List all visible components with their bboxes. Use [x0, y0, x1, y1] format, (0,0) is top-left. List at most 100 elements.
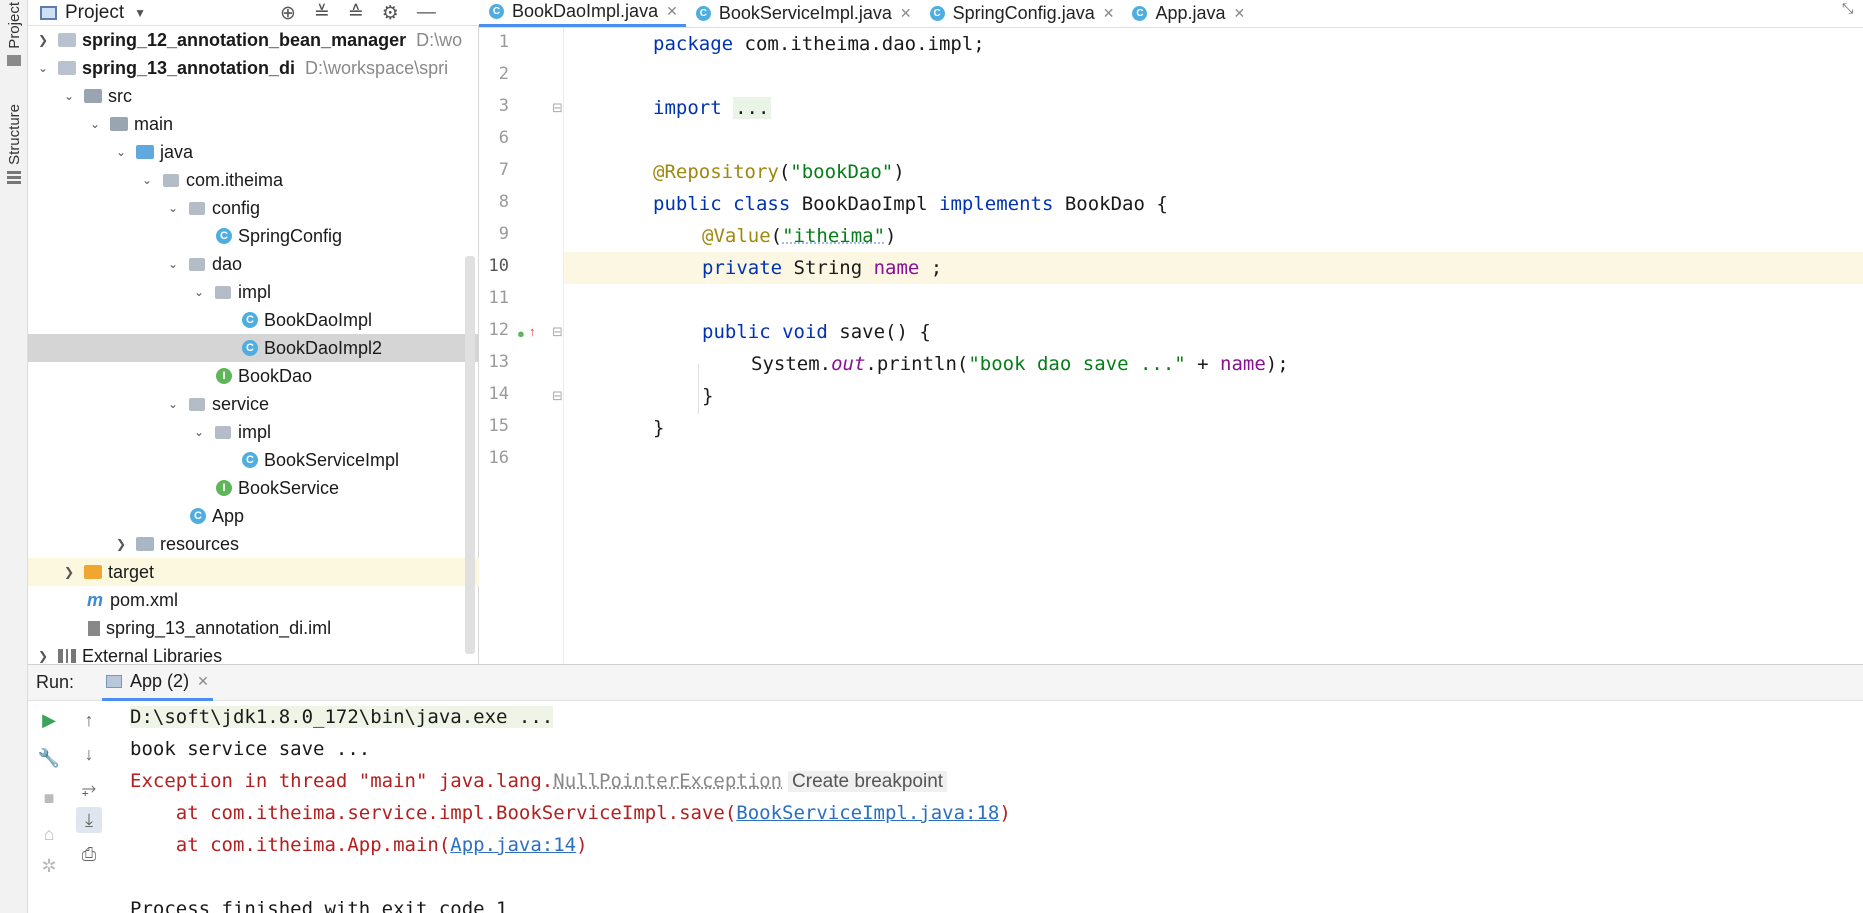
chevron-right-icon[interactable]: ❯ [36, 33, 50, 47]
maven-icon: m [86, 589, 103, 610]
stop-icon[interactable]: ■ [36, 785, 62, 811]
tree-item-spring13[interactable]: ⌄ spring_13_annotation_di D:\workspace\s… [28, 54, 479, 82]
tree-item-src[interactable]: ⌄ src [28, 82, 479, 110]
tree-item-external-libraries[interactable]: ❯ External Libraries [28, 642, 479, 665]
tree-item-bookdao[interactable]: I BookDao [28, 362, 479, 390]
tree-item-app[interactable]: C App [28, 502, 479, 530]
tree-item-bookdaoimpl[interactable]: C BookDaoImpl [28, 306, 479, 334]
chevron-down-icon[interactable]: ⌄ [166, 397, 180, 411]
chevron-right-icon[interactable]: ❯ [62, 565, 76, 579]
source-link[interactable]: BookServiceImpl.java:18 [736, 802, 999, 824]
project-tool-window: Project ▼ ⊕ ≚ ≙ ⚙ — ❯ spring_12_annotati… [28, 0, 479, 664]
soft-wrap-icon[interactable]: ⥅ [76, 775, 102, 801]
run-tab-app[interactable]: App (2) ✕ [102, 665, 213, 701]
code-area[interactable]: package com.itheima.dao.impl; import ...… [564, 28, 1863, 664]
chevron-right-icon[interactable]: ❯ [36, 649, 50, 663]
tree-item-bookdaoimpl2[interactable]: C BookDaoImpl2 [28, 334, 479, 362]
chevron-down-icon[interactable]: ⌄ [166, 201, 180, 215]
locate-icon[interactable]: ⊕ [280, 2, 296, 25]
fold-icon[interactable]: ⊟ [552, 324, 563, 340]
tab-overflow-icon[interactable]: ⤡ [1842, 0, 1853, 17]
chevron-down-icon[interactable]: ⌄ [192, 425, 206, 439]
chevron-down-icon[interactable]: ⌄ [62, 89, 76, 103]
tree-item-com-itheima[interactable]: ⌄ com.itheima [28, 166, 479, 194]
project-tree: ❯ spring_12_annotation_bean_manager D:\w… [28, 26, 479, 664]
tree-item-dao-impl[interactable]: ⌄ impl [28, 278, 479, 306]
chevron-down-icon[interactable]: ⌄ [166, 257, 180, 271]
structure-tool-tab[interactable]: Structure [2, 104, 26, 185]
code-text: String [782, 257, 874, 279]
expand-all-icon[interactable]: ≚ [314, 2, 330, 25]
line-number: 11 [488, 288, 509, 308]
console-line-exception: Exception in thread "main" java.lang.Nul… [130, 765, 948, 797]
create-breakpoint-link[interactable]: Create breakpoint [788, 771, 948, 792]
editor-tabs: C BookDaoImpl.java ✕ C BookServiceImpl.j… [479, 0, 1863, 28]
project-toolbar: ⊕ ≚ ≙ ⚙ — [280, 0, 436, 26]
navigate-up-arrow-icon[interactable]: ↑ [529, 324, 536, 339]
chevron-down-icon[interactable]: ⌄ [88, 117, 102, 131]
minimize-icon[interactable]: — [417, 2, 436, 24]
annotation: @Value [702, 225, 771, 247]
tree-label: dao [212, 253, 243, 274]
scroll-to-end-icon[interactable]: ⤓ [76, 807, 102, 833]
tree-item-bookservice[interactable]: I BookService [28, 474, 479, 502]
console-line-trace-2: at com.itheima.App.main(App.java:14) [130, 829, 588, 861]
tab-bookserviceimpl[interactable]: C BookServiceImpl.java ✕ [686, 0, 920, 27]
project-view-selector[interactable]: Project ▼ [40, 2, 146, 24]
tree-label: java [160, 141, 194, 162]
tree-item-resources[interactable]: ❯ resources [28, 530, 479, 558]
close-icon[interactable]: ✕ [1234, 5, 1246, 22]
close-icon[interactable]: ✕ [900, 5, 912, 22]
tree-item-config[interactable]: ⌄ config [28, 194, 479, 222]
tree-item-iml[interactable]: spring_13_annotation_di.iml [28, 614, 479, 642]
tree-item-service[interactable]: ⌄ service [28, 390, 479, 418]
chevron-down-icon[interactable]: ⌄ [36, 61, 50, 75]
package-icon [214, 424, 232, 440]
camera-icon[interactable]: ⌂ [36, 821, 62, 847]
tree-label: config [212, 197, 261, 218]
run-label: Run: [36, 672, 75, 692]
implements-method-icon[interactable]: ● [517, 326, 525, 341]
fold-icon[interactable]: ⊟ [552, 388, 563, 404]
package-icon [188, 396, 206, 412]
tab-label: SpringConfig.java [952, 2, 1095, 23]
collapse-all-icon[interactable]: ≙ [348, 2, 364, 25]
settings-icon[interactable]: ✲ [36, 853, 62, 879]
tree-item-pom[interactable]: m pom.xml [28, 586, 479, 614]
tree-item-bookserviceimpl[interactable]: C BookServiceImpl [28, 446, 479, 474]
code-line-13: System.out.println("book dao save ..." +… [564, 348, 1863, 380]
tab-app[interactable]: C App.java ✕ [1122, 0, 1253, 27]
down-arrow-icon[interactable]: ↓ [76, 741, 102, 767]
source-link[interactable]: App.java:14 [450, 834, 576, 856]
exception-class-link[interactable]: NullPointerException [553, 770, 782, 792]
command-line[interactable]: D:\soft\jdk1.8.0_172\bin\java.exe ... [130, 706, 554, 728]
chevron-right-icon[interactable]: ❯ [114, 537, 128, 551]
tab-springconfig[interactable]: C SpringConfig.java ✕ [920, 0, 1123, 27]
tree-item-service-impl[interactable]: ⌄ impl [28, 418, 479, 446]
close-icon[interactable]: ✕ [1103, 5, 1115, 22]
tree-item-java[interactable]: ⌄ java [28, 138, 479, 166]
chevron-down-icon[interactable]: ⌄ [192, 285, 206, 299]
wrench-icon[interactable]: 🔧 [36, 745, 62, 771]
tree-scrollbar[interactable] [465, 256, 475, 654]
tree-item-target[interactable]: ❯ target [28, 558, 479, 586]
fold-icon[interactable]: ⊟ [552, 100, 563, 116]
close-icon[interactable]: ✕ [197, 673, 209, 690]
tree-item-dao[interactable]: ⌄ dao [28, 250, 479, 278]
gear-icon[interactable]: ⚙ [382, 2, 399, 25]
tree-path: D:\workspace\spri [305, 57, 449, 78]
console-output[interactable]: D:\soft\jdk1.8.0_172\bin\java.exe ... bo… [110, 701, 1863, 913]
close-icon[interactable]: ✕ [666, 3, 678, 20]
print-icon[interactable]: ⎙ [76, 841, 102, 867]
up-arrow-icon[interactable]: ↑ [76, 707, 102, 733]
tree-item-springconfig[interactable]: C SpringConfig [28, 222, 479, 250]
chevron-down-icon[interactable]: ⌄ [114, 145, 128, 159]
tab-bookdaoimpl[interactable]: C BookDaoImpl.java ✕ [479, 0, 686, 27]
chevron-down-icon[interactable]: ⌄ [140, 173, 154, 187]
tree-item-main[interactable]: ⌄ main [28, 110, 479, 138]
project-tool-tab[interactable]: Project [2, 2, 26, 66]
interface-icon: I [216, 368, 232, 384]
tree-item-spring12[interactable]: ❯ spring_12_annotation_bean_manager D:\w… [28, 26, 479, 54]
run-icon[interactable]: ▶ [36, 707, 62, 733]
folded-imports[interactable]: ... [733, 97, 772, 119]
